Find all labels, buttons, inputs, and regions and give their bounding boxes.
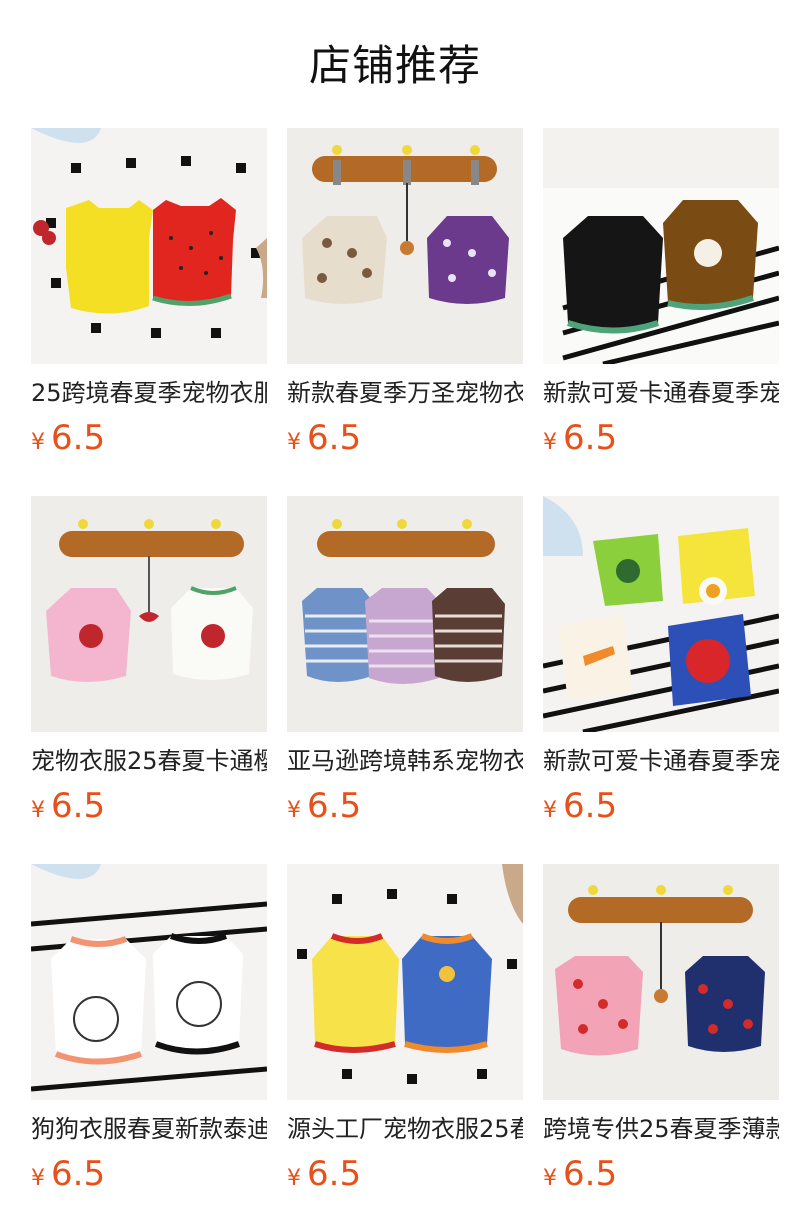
product-card[interactable]: 源头工厂宠物衣服25春夏 ¥6.5 [287,864,523,1194]
price-value: 6.5 [51,1154,106,1194]
price-value: 6.5 [51,418,106,458]
currency-symbol: ¥ [287,1166,301,1191]
price-value: 6.5 [563,786,618,826]
currency-symbol: ¥ [31,798,45,823]
product-card[interactable]: 亚马逊跨境韩系宠物衣服 ¥6.5 [287,496,523,826]
product-card[interactable]: 新款春夏季万圣宠物衣服 ¥6.5 [287,128,523,458]
product-image[interactable] [543,864,779,1100]
product-name[interactable]: 宠物衣服25春夏卡通樱桃 [31,743,267,779]
product-image[interactable] [287,496,523,732]
product-card[interactable]: 25跨境春夏季宠物衣服 ¥6.5 [31,128,267,458]
product-price: ¥6.5 [543,1152,617,1196]
product-name[interactable]: 25跨境春夏季宠物衣服 [31,375,267,411]
product-card[interactable]: 新款可爱卡通春夏季宠物 ¥6.5 [543,128,779,458]
product-price: ¥6.5 [287,1152,361,1196]
product-card[interactable]: 跨境专供25春夏季薄款 ¥6.5 [543,864,779,1194]
product-name[interactable]: 新款可爱卡通春夏季宠物 [543,375,779,411]
price-value: 6.5 [307,1154,362,1194]
price-value: 6.5 [563,1154,618,1194]
product-grid: 25跨境春夏季宠物衣服 ¥6.5 新款春夏季万圣宠物衣 ¥ 6.5 新款可爱卡通… [31,128,779,1194]
product-name[interactable]: 新款可爱卡通春夏季宠物 [543,743,779,779]
currency-symbol: ¥ [287,430,301,455]
currency-symbol: ¥ [31,430,45,455]
currency-symbol: ¥ [287,798,301,823]
product-price: ¥6.5 [287,784,361,828]
product-card[interactable]: 新款可爱卡通春夏季宠物 ¥6.5 [543,496,779,826]
product-image[interactable] [543,128,779,364]
currency-symbol: ¥ [543,798,557,823]
price-value: 6.5 [563,418,618,458]
currency-symbol: ¥ [543,1166,557,1191]
price-value: 6.5 [51,786,106,826]
product-image[interactable] [31,496,267,732]
product-price: ¥6.5 [287,416,361,460]
product-price: ¥6.5 [31,416,105,460]
product-price: ¥6.5 [543,784,617,828]
product-card[interactable]: 狗狗衣服春夏新款泰迪 ¥6.5 [31,864,267,1194]
price-value: 6.5 [307,418,362,458]
currency-symbol: ¥ [31,1166,45,1191]
product-image[interactable] [287,864,523,1100]
price-value: 6.5 [307,786,362,826]
product-name[interactable]: 狗狗衣服春夏新款泰迪 [31,1111,267,1147]
section-title: 店铺推荐 [308,41,481,90]
store-recommendations-page: 店铺推荐 25跨境春夏季宠物衣服 ¥6.5 新款春夏季万圣宠物衣 ¥ 6.5 新… [0,0,790,1232]
product-price: ¥6.5 [31,784,105,828]
product-image[interactable] [31,128,267,364]
product-image[interactable] [31,864,267,1100]
product-image[interactable] [287,128,523,364]
product-name[interactable]: 跨境专供25春夏季薄款 [543,1111,779,1147]
product-name[interactable]: 源头工厂宠物衣服25春夏 [287,1111,523,1147]
currency-symbol: ¥ [543,430,557,455]
product-price: ¥6.5 [543,416,617,460]
product-price: ¥6.5 [31,1152,105,1196]
product-name[interactable]: 亚马逊跨境韩系宠物衣服 [287,743,523,779]
product-name[interactable]: 新款春夏季万圣宠物衣服 [287,375,523,411]
product-card[interactable]: 宠物衣服25春夏卡通樱桃 ¥6.5 [31,496,267,826]
product-image[interactable] [543,496,779,732]
